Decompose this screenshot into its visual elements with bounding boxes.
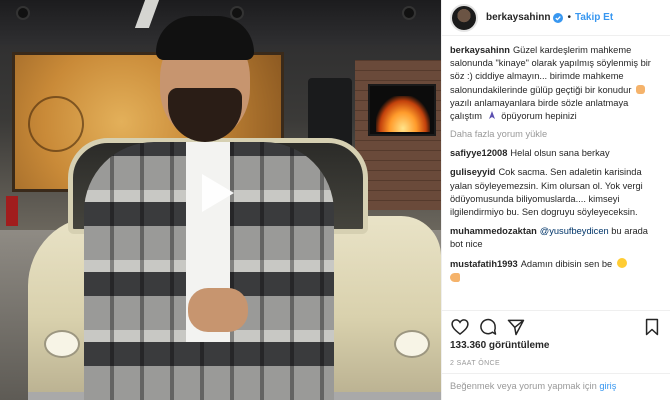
share-icon[interactable] [506,317,526,337]
clapping-hands-emoji-icon [636,84,646,94]
comments-list: berkaysahinn Güzel kardeşlerim mahkeme sa… [442,36,670,308]
comment-item: guliseyyid Cok sacma. Sen adaletin karisi… [450,166,662,219]
fire-extinguisher [6,196,18,226]
comment-item: mustafatih1993 Adamın dibisin sen be [450,257,662,282]
comment-mention[interactable]: @yusufbeydicen [540,226,609,236]
post-header: berkaysahinn • Takip Et [442,0,670,36]
login-prompt: Beğenmek veya yorum yapmak için giriş [450,381,616,391]
comment-username[interactable]: muhammedozaktan [450,226,537,236]
compass-rose [28,96,84,152]
header-username[interactable]: berkaysahinn [486,12,550,23]
comment-text: Helal olsun sana berkay [510,148,610,159]
load-more-comments-button[interactable]: Daha fazla yorum yükle [450,129,662,139]
play-icon[interactable] [190,168,240,218]
person-cap [156,16,254,60]
flexed-biceps-emoji-icon [450,272,460,282]
comment-icon[interactable] [478,317,498,337]
kissing-face-emoji-icon [616,257,627,268]
view-count: 133.360 görüntüleme [450,340,550,351]
caption-username[interactable]: berkaysahinn [450,45,510,55]
comment-item: safiyye12008 Helal olsun sana berkay [450,147,662,160]
car-headlight [394,330,430,358]
action-bar [450,318,662,336]
divider [442,310,670,311]
comment-text: Adamın dibisin sen be [520,258,613,269]
praying-hands-emoji-icon [487,110,497,120]
instagram-post: berkaysahinn • Takip Et berkaysahinn Güze… [0,0,670,400]
post-timestamp[interactable]: 2 SAAT ÖNCE [450,360,500,367]
bookmark-icon[interactable] [642,317,662,337]
ceiling-spotlight [404,8,414,18]
divider [442,373,670,374]
separator-dot: • [567,12,571,23]
comment-username[interactable]: mustafatih1993 [450,259,518,269]
ceiling-spotlight [18,8,28,18]
post-video[interactable] [0,0,441,400]
fireplace-tv [368,84,436,136]
caption: berkaysahinn Güzel kardeşlerim mahkeme sa… [450,44,662,123]
login-prompt-text: Beğenmek veya yorum yapmak için [450,381,597,391]
follow-button[interactable]: Takip Et [575,12,613,23]
comment-username[interactable]: guliseyyid [450,167,495,177]
comment-username[interactable]: safiyye12008 [450,148,507,158]
person-hands [188,288,248,332]
post-sidebar: berkaysahinn • Takip Et berkaysahinn Güze… [441,0,670,400]
caption-text: öpüyorum hepinizi [501,111,577,122]
ceiling-spotlight [232,8,242,18]
comment-item: muhammedozaktan @yusufbeydicen bu arada b… [450,225,662,251]
heart-icon[interactable] [450,317,470,337]
avatar[interactable] [450,3,478,32]
car-headlight [44,330,80,358]
login-link[interactable]: giriş [599,381,616,391]
verified-badge-icon [553,12,564,23]
